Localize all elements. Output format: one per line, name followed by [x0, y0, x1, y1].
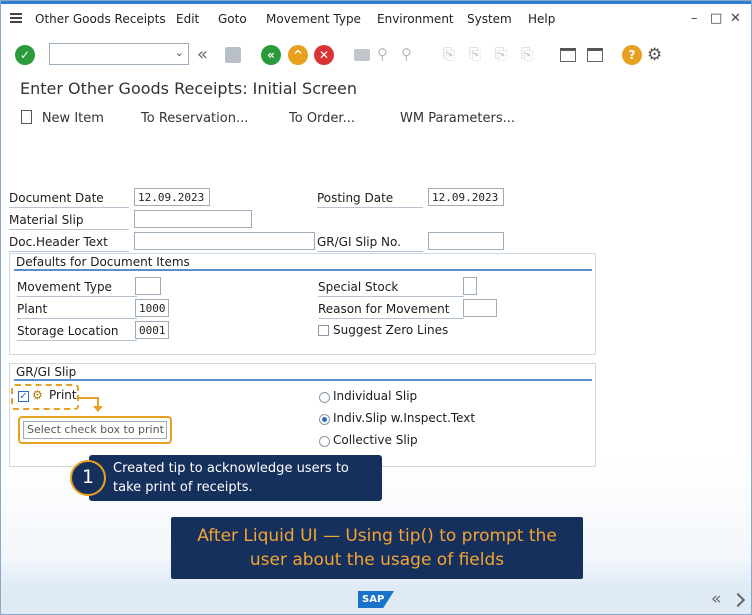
banner-text: After Liquid UI — Using tip() to prompt … — [197, 526, 557, 570]
arrow-line — [79, 397, 99, 399]
help-icon[interactable]: ? — [622, 45, 642, 65]
plant-label: Plant — [17, 301, 137, 319]
doc-header-text-field[interactable] — [134, 232, 315, 250]
document-icon — [21, 110, 32, 124]
page-title: Enter Other Goods Receipts: Initial Scre… — [20, 79, 358, 98]
status-expand-icon[interactable] — [730, 592, 746, 608]
shortcut-icon[interactable] — [585, 45, 605, 65]
individual-slip-label: Individual Slip — [333, 389, 418, 403]
print-checkbox[interactable]: ✓ — [18, 391, 29, 402]
wm-parameters-button[interactable]: WM Parameters... — [400, 111, 515, 126]
defaults-group: Defaults for Document Items Movement Typ… — [9, 253, 596, 355]
gr-gi-slip-group: GR/GI Slip ✓ ⚙ Print Select check box to… — [9, 363, 596, 467]
menu-edit[interactable]: Edit — [176, 12, 199, 26]
cancel-icon[interactable]: ✕ — [314, 45, 334, 65]
last-page-icon[interactable]: ⎘ — [521, 45, 541, 65]
prev-page-icon[interactable]: ⎘ — [469, 45, 489, 65]
next-page-icon[interactable]: ⎘ — [495, 45, 515, 65]
to-order-button[interactable]: To Order... — [289, 111, 355, 126]
plant-field[interactable]: 1000 — [135, 299, 169, 317]
status-nav-icon[interactable]: « — [711, 589, 721, 609]
chevron-down-icon[interactable]: ⌄ — [175, 46, 184, 59]
sap-window: Other Goods Receipts Edit Goto Movement … — [0, 0, 752, 615]
movement-type-field[interactable] — [135, 277, 161, 295]
minimize-icon[interactable]: – — [691, 11, 698, 26]
save-icon[interactable] — [223, 45, 243, 65]
special-stock-label: Special Stock — [318, 279, 464, 297]
callout-box: Created tip to acknowledge users to take… — [89, 455, 382, 501]
callout-number-badge: 1 — [70, 460, 106, 496]
tip-highlight: Select check box to print — [18, 416, 172, 444]
back-icon[interactable]: « — [261, 45, 281, 65]
menu-movement-type[interactable]: Movement Type — [266, 12, 361, 26]
new-item-label: New Item — [41, 111, 104, 126]
reason-for-movement-label: Reason for Movement — [318, 301, 464, 319]
indiv-inspect-label: Indiv.Slip w.Inspect.Text — [333, 411, 476, 425]
menu-bar: Other Goods Receipts Edit Goto Movement … — [1, 1, 751, 37]
screen-content: Document Date 12.09.2023 Posting Date 12… — [1, 137, 751, 587]
posting-date-field[interactable]: 12.09.2023 — [428, 188, 504, 206]
group-divider — [14, 269, 592, 271]
callout-text: Created tip to acknowledge users to take… — [113, 461, 349, 495]
document-date-label: Document Date — [9, 190, 129, 208]
create-session-icon[interactable] — [558, 45, 578, 65]
menu-environment[interactable]: Environment — [377, 12, 454, 26]
suggest-zero-lines-label: Suggest Zero Lines — [333, 323, 449, 337]
application-toolbar: New Item To Reservation... To Order... W… — [1, 105, 751, 133]
tip-field: Select check box to print — [23, 421, 167, 439]
defaults-group-title: Defaults for Document Items — [16, 255, 190, 269]
group-divider — [14, 379, 592, 381]
sap-logo: SAP — [358, 591, 394, 608]
exit-icon[interactable]: ^ — [288, 45, 308, 65]
maximize-icon[interactable]: □ — [710, 11, 722, 26]
back-arrows-icon[interactable]: « — [197, 45, 217, 65]
suggest-zero-lines-checkbox[interactable] — [318, 325, 329, 336]
storage-location-label: Storage Location — [17, 323, 137, 341]
new-item-button[interactable]: New Item — [21, 110, 104, 126]
menu-goto[interactable]: Goto — [218, 12, 247, 26]
command-field[interactable]: ⌄ — [49, 43, 189, 65]
standard-toolbar: ✓ ⌄ « « ^ ✕ ⚲ ⚲ ⎘ ⎘ ⎘ ⎘ ? ⚙ — [1, 37, 751, 73]
print-label: Print — [49, 388, 77, 402]
find-icon[interactable]: ⚲ — [377, 45, 397, 65]
material-slip-label: Material Slip — [9, 212, 129, 230]
arrow-down-icon — [93, 406, 103, 412]
menu-other-goods-receipts[interactable]: Other Goods Receipts — [35, 12, 166, 26]
banner: After Liquid UI — Using tip() to prompt … — [171, 517, 583, 579]
first-page-icon[interactable]: ⎘ — [443, 45, 463, 65]
settings-icon[interactable]: ⚙ — [647, 45, 667, 65]
print-slip-icon: ⚙ — [32, 388, 43, 402]
movement-type-label: Movement Type — [17, 279, 137, 297]
close-icon[interactable]: ✕ — [730, 11, 741, 26]
enter-icon[interactable]: ✓ — [15, 45, 35, 65]
find-next-icon[interactable]: ⚲ — [401, 45, 421, 65]
menu-help[interactable]: Help — [528, 12, 555, 26]
special-stock-field[interactable] — [463, 277, 477, 295]
document-date-field[interactable]: 12.09.2023 — [134, 188, 210, 206]
gr-gi-slip-no-label: GR/GI Slip No. — [317, 234, 423, 252]
material-slip-field[interactable] — [134, 210, 252, 228]
gr-gi-slip-group-title: GR/GI Slip — [16, 365, 77, 379]
menu-system[interactable]: System — [467, 12, 512, 26]
print-icon[interactable] — [352, 45, 372, 65]
collective-slip-label: Collective Slip — [333, 433, 418, 447]
gr-gi-slip-no-field[interactable] — [428, 232, 504, 250]
to-reservation-button[interactable]: To Reservation... — [141, 111, 248, 126]
indiv-inspect-radio[interactable] — [319, 414, 330, 425]
reason-for-movement-field[interactable] — [463, 299, 497, 317]
status-bar: SAP « — [1, 587, 751, 614]
menu-icon[interactable] — [10, 13, 22, 23]
doc-header-text-label: Doc.Header Text — [9, 234, 129, 252]
storage-location-field[interactable]: 0001 — [135, 321, 169, 339]
posting-date-label: Posting Date — [317, 190, 423, 208]
collective-slip-radio[interactable] — [319, 436, 330, 447]
individual-slip-radio[interactable] — [319, 392, 330, 403]
